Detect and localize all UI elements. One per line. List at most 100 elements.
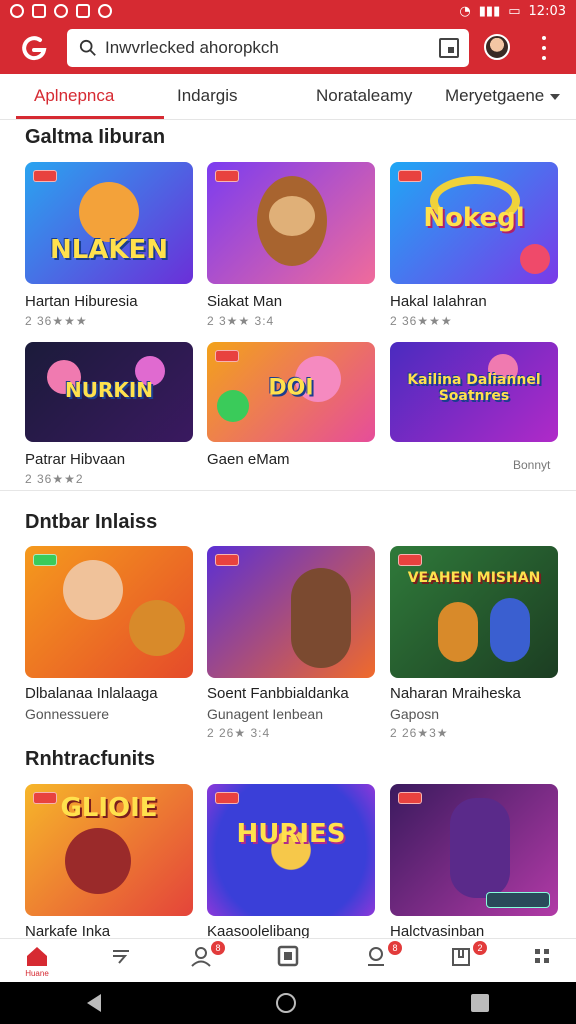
image-icon [76, 4, 90, 18]
new-badge [215, 170, 239, 182]
new-badge [215, 350, 239, 362]
scan-icon[interactable] [439, 38, 459, 58]
thumbnail-title: NLAKEN [49, 234, 169, 265]
wifi-icon: ◔ [459, 3, 471, 19]
tab-label: Meryetgaene [445, 86, 545, 105]
home-button-icon[interactable] [275, 993, 296, 1013]
game-title: Hartan Hiburesia [25, 293, 138, 310]
status-bar: ◔ ▮▮▮ ▭ 12:03 [0, 0, 576, 22]
search-input[interactable]: Inwvrlecked ahoropkch [105, 38, 439, 58]
game-card[interactable]: Nokegl Hakal Ialahran 2 36★★★ [390, 162, 558, 328]
more-options-icon[interactable] [536, 36, 552, 60]
bear-character-image [129, 600, 185, 656]
status-icons-right: ◔ ▮▮▮ ▭ 12:03 [459, 4, 566, 19]
status-icons-left [10, 4, 112, 18]
thumbnail-title: HURIES [236, 819, 346, 850]
recent-apps-icon[interactable] [470, 994, 489, 1012]
game-thumbnail: DOI [207, 342, 375, 442]
game-title: Naharan Mraiheska [390, 685, 521, 702]
new-badge [33, 170, 57, 182]
game-card[interactable]: NURKIN Patrar Hibvaan 2 36★★2 [25, 342, 193, 486]
tab-norataleamy[interactable]: Norataleamy [316, 86, 412, 106]
warrior-character-image [450, 798, 510, 898]
thumbnail-title: VEAHEN MISHAN [407, 569, 541, 586]
new-badge [398, 554, 422, 566]
hero-character-image [63, 560, 123, 620]
app-logo[interactable] [10, 24, 58, 72]
game-thumbnail [25, 546, 193, 678]
compass-icon [113, 950, 129, 964]
game-card[interactable]: Soent Fanbbialdanka Gunagent Ienbean 2 2… [207, 546, 375, 740]
game-thumbnail [207, 162, 375, 284]
nav-more[interactable] [522, 945, 562, 981]
app-bar: Inwvrlecked ahoropkch [0, 22, 576, 74]
game-title: Soent Fanbbialdanka [207, 685, 349, 702]
game-card[interactable]: Kailina Daliannel Soatnres [390, 342, 558, 442]
tab-aplnepnca[interactable]: Aplnepnca [34, 86, 114, 106]
game-subtitle: Gaposn [390, 706, 440, 722]
game-card[interactable]: Halctvasinban [390, 784, 558, 940]
game-subtitle: Gonnessuere [25, 706, 110, 722]
game-title: Dlbalanaa Inlalaaga [25, 685, 158, 702]
game-card[interactable]: GLIOIE Narkafe Inka [25, 784, 193, 940]
game-title: Gaen eMam [207, 451, 290, 468]
game-thumbnail: Kailina Daliannel Soatnres [390, 342, 558, 442]
tab-indargis[interactable]: Indargis [177, 86, 237, 106]
game-card[interactable]: HURIES Kaasoolelibang [207, 784, 375, 940]
avatar[interactable] [484, 34, 510, 60]
app-icon [98, 4, 112, 18]
game-rating: 2 36★★★ [390, 314, 453, 328]
game-card[interactable]: Dlbalanaa Inlalaaga Gonnessuere [25, 546, 193, 722]
nav-messages[interactable]: 8 [356, 941, 402, 981]
section-title: Rnhtracfunits [25, 748, 155, 770]
nav-label: Huane [25, 969, 49, 978]
game-thumbnail: Nokegl [390, 162, 558, 284]
grid-icon [535, 949, 549, 963]
section-title: Dntbar Inlaiss [25, 511, 158, 533]
active-tab-indicator [16, 116, 164, 119]
game-thumbnail: VEAHEN MISHAN [390, 546, 558, 678]
thumbnail-title: Kailina Daliannel Soatnres [407, 372, 541, 404]
search-bar[interactable]: Inwvrlecked ahoropkch [67, 29, 469, 67]
nav-explore[interactable] [101, 945, 141, 981]
nav-home[interactable]: Huane [17, 945, 57, 981]
home-icon [27, 947, 47, 966]
nav-friends[interactable]: 8 [181, 941, 225, 981]
game-title: Patrar Hibvaan [25, 451, 126, 468]
game-rating: 2 26★ 3:4 [207, 726, 271, 740]
chevron-down-icon [550, 93, 561, 100]
game-card[interactable]: VEAHEN MISHAN Naharan Mraiheska Gaposn 2… [390, 546, 558, 740]
game-rating: 2 36★★2 [25, 472, 84, 486]
play-button[interactable] [486, 892, 550, 908]
status-time: 12:03 [528, 3, 566, 19]
game-thumbnail: GLIOIE [25, 784, 193, 916]
game-card[interactable]: NLAKEN Hartan Hiburesia 2 36★★★ [25, 162, 193, 328]
game-card[interactable]: Siakat Man 2 3★★ 3:4 [207, 162, 375, 328]
signal-icon: ▮▮▮ [478, 3, 501, 19]
fighter-character-image [291, 568, 351, 668]
new-badge [398, 792, 422, 804]
notification-badge: 8 [388, 941, 402, 955]
nav-wallet[interactable] [268, 945, 308, 981]
thumbnail-title: GLIOIE [60, 792, 158, 823]
game-thumbnail: NLAKEN [25, 162, 193, 284]
game-thumbnail: HURIES [207, 784, 375, 916]
game-thumbnail: NURKIN [25, 342, 193, 442]
candy-image [520, 244, 550, 274]
notification-badge: 8 [211, 941, 225, 955]
section-title: Galtma Iiburan [25, 126, 166, 148]
game-card[interactable]: DOI Gaen eMam [207, 342, 375, 468]
new-badge [215, 554, 239, 566]
back-icon[interactable] [87, 994, 102, 1012]
tab-meryetgaene[interactable]: Meryetgaene [445, 86, 561, 106]
shield-icon [54, 4, 68, 18]
game-rating: 2 26★3★ [390, 726, 449, 740]
thumbnail-title: Nokegl [423, 203, 525, 234]
battery-icon: ▭ [508, 3, 521, 19]
nav-store[interactable]: 2 [441, 941, 487, 981]
thumbnail-title: NURKIN [64, 378, 154, 402]
notification-icon [10, 4, 24, 18]
new-badge [398, 170, 422, 182]
see-more-link[interactable]: Bonnyt [513, 458, 550, 472]
message-icon [32, 4, 46, 18]
